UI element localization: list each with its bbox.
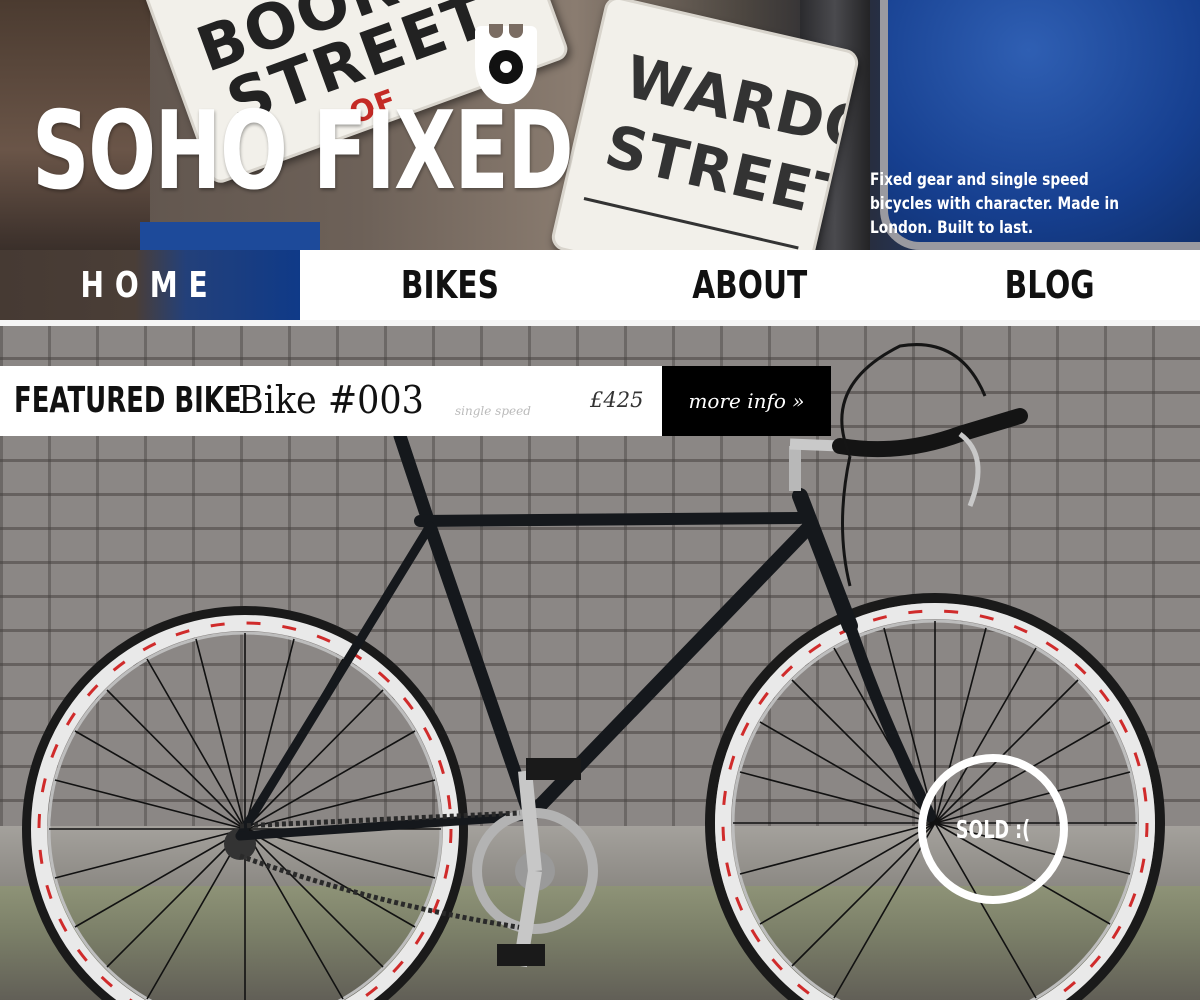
main-nav: HOME BIKES ABOUT BLOG bbox=[0, 250, 1200, 320]
nav-item-about[interactable]: ABOUT bbox=[600, 250, 900, 320]
rear-wheel bbox=[22, 606, 468, 1000]
sold-status-label: SOLD :( bbox=[955, 814, 1031, 844]
nav-item-label: ABOUT bbox=[692, 263, 808, 307]
bike-type: single speed bbox=[455, 404, 531, 418]
shield-notch bbox=[509, 24, 523, 38]
sold-status-badge: SOLD :( bbox=[918, 754, 1068, 904]
site-header: BOOR STREET OF WESTMINSTER W WARDO STREE… bbox=[0, 0, 1200, 250]
header-photo-detail bbox=[140, 222, 320, 250]
cog-hub bbox=[500, 61, 512, 73]
featured-bike-bar: FEATURED BIKE Bike #003 single speed £42… bbox=[0, 366, 662, 436]
bike-name[interactable]: Bike #003 bbox=[238, 378, 424, 422]
nav-item-home[interactable]: HOME bbox=[0, 250, 300, 320]
bike-price: £425 bbox=[590, 388, 644, 412]
nav-item-bikes[interactable]: BIKES bbox=[300, 250, 600, 320]
nav-item-blog[interactable]: BLOG bbox=[900, 250, 1200, 320]
nav-item-label: BIKES bbox=[400, 263, 500, 307]
nav-item-label: BLOG bbox=[1005, 263, 1095, 307]
more-info-button[interactable]: more info » bbox=[662, 366, 831, 436]
site-tagline: Fixed gear and single speed bicycles wit… bbox=[870, 170, 1120, 238]
nav-item-label: HOME bbox=[80, 264, 220, 306]
shield-notch bbox=[489, 24, 503, 38]
featured-section-label: FEATURED BIKE bbox=[14, 380, 242, 421]
site-title[interactable]: SOHO FIXED bbox=[32, 98, 574, 206]
